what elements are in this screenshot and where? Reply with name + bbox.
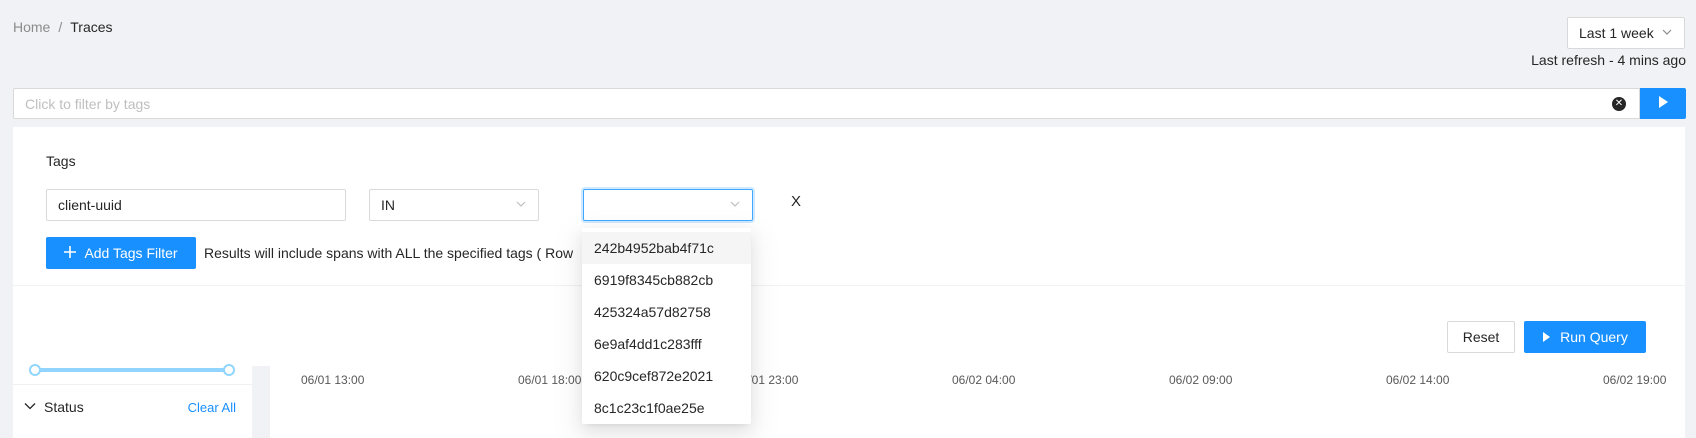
remove-tag-button[interactable]: X <box>791 193 801 210</box>
tag-key-value: client-uuid <box>58 197 122 213</box>
dropdown-option[interactable]: 6e9af4dd1c283fff <box>582 328 751 360</box>
dropdown-option[interactable]: 6919f8345cb882cb <box>582 264 751 296</box>
timeline-tick: 06/01 18:00 <box>518 373 582 387</box>
chevron-down-icon <box>1661 25 1673 41</box>
chevron-down-icon <box>729 197 741 213</box>
tags-filter-panel: Tags client-uuid IN X Add Tags Filter Re… <box>13 127 1685 285</box>
timeline-tick: 06/02 09:00 <box>1169 373 1233 387</box>
play-icon <box>1657 95 1669 112</box>
breadcrumb: Home / Traces <box>13 19 113 35</box>
tag-filter-bar[interactable]: ✕ <box>13 88 1640 119</box>
query-actions-panel: Reset Run Query <box>13 286 1685 366</box>
reset-button[interactable]: Reset <box>1447 321 1515 353</box>
status-label: Status <box>44 399 84 415</box>
filter-sidebar: Status Clear All <box>13 364 252 438</box>
breadcrumb-current: Traces <box>70 19 113 35</box>
sidebar-divider <box>13 384 252 385</box>
tag-filter-input[interactable] <box>25 95 1612 112</box>
close-circle-icon[interactable]: ✕ <box>1612 96 1626 111</box>
breadcrumb-home[interactable]: Home <box>13 19 50 35</box>
dropdown-option[interactable]: 620c9cef872e2021 <box>582 360 751 392</box>
play-icon <box>1542 329 1551 345</box>
duration-slider[interactable] <box>29 364 235 376</box>
time-range-select[interactable]: Last 1 week <box>1567 17 1685 49</box>
tag-value-dropdown: 242b4952bab4f71c 6919f8345cb882cb 425324… <box>582 228 751 424</box>
tag-key-input[interactable]: client-uuid <box>46 189 346 221</box>
breadcrumb-separator: / <box>58 19 63 35</box>
run-filter-button[interactable] <box>1640 88 1686 119</box>
dropdown-option[interactable]: 425324a57d82758 <box>582 296 751 328</box>
results-note: Results will include spans with ALL the … <box>204 245 574 261</box>
tag-operator-value: IN <box>381 197 395 213</box>
slider-handle-max[interactable] <box>223 364 235 376</box>
timeline-tick: 06/01 13:00 <box>301 373 365 387</box>
run-query-button[interactable]: Run Query <box>1524 321 1646 353</box>
slider-handle-min[interactable] <box>29 364 41 376</box>
dropdown-option[interactable]: 8c1c23c1f0ae25e <box>582 392 751 424</box>
chevron-down-icon <box>515 197 527 213</box>
timeline-tick: 06/02 14:00 <box>1386 373 1450 387</box>
status-section-toggle[interactable]: Status <box>24 399 84 415</box>
clear-all-link[interactable]: Clear All <box>188 400 236 415</box>
last-refresh-text: Last refresh - 4 mins ago <box>1531 52 1686 68</box>
tag-operator-select[interactable]: IN <box>369 189 539 221</box>
chevron-down-icon <box>24 399 36 415</box>
add-tags-filter-label: Add Tags Filter <box>84 245 178 261</box>
timeline-tick: 06/02 04:00 <box>952 373 1016 387</box>
time-range-value: Last 1 week <box>1579 25 1654 41</box>
tag-value-select[interactable] <box>583 189 753 221</box>
dropdown-option[interactable]: 242b4952bab4f71c <box>582 232 751 264</box>
trace-timeline: 06/01 13:00 06/01 18:00 06/01 23:00 06/0… <box>269 366 1685 438</box>
plus-icon <box>64 245 77 261</box>
run-query-label: Run Query <box>1560 329 1628 345</box>
tags-label: Tags <box>46 153 76 169</box>
add-tags-filter-button[interactable]: Add Tags Filter <box>46 237 196 269</box>
timeline-tick: 06/02 19:00 <box>1603 373 1667 387</box>
